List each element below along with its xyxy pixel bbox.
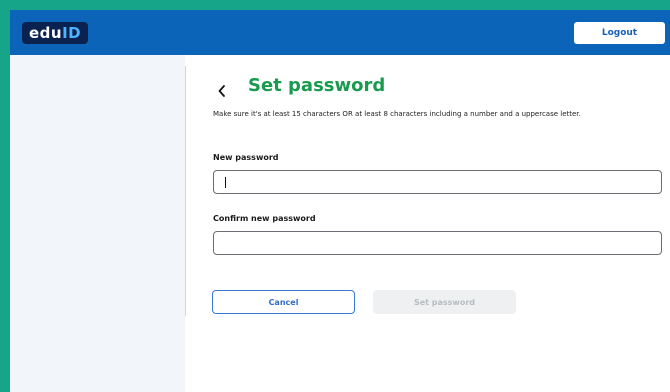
- top-bar: edu ID Logout: [10, 10, 670, 55]
- content-divider: [185, 66, 186, 316]
- chevron-left-icon[interactable]: [212, 81, 232, 101]
- page-title: Set password: [248, 75, 386, 96]
- confirm-password-field[interactable]: [213, 231, 662, 255]
- password-requirements-hint: Make sure it's at least 15 characters OR…: [213, 110, 581, 118]
- eduid-logo[interactable]: edu ID: [22, 22, 89, 44]
- app-window: edu ID Logout Set password Make sure it's…: [10, 10, 670, 392]
- new-password-field[interactable]: [213, 170, 662, 194]
- set-password-button[interactable]: Set password: [373, 290, 516, 314]
- confirm-password-label: Confirm new password: [213, 214, 316, 223]
- cancel-button[interactable]: Cancel: [212, 290, 355, 314]
- sidebar: [10, 55, 185, 392]
- text-caret: [225, 177, 226, 188]
- new-password-label: New password: [213, 153, 279, 162]
- logout-button[interactable]: Logout: [574, 22, 665, 44]
- logo-text-prefix: edu: [29, 24, 63, 42]
- logo-text-highlight: ID: [62, 24, 82, 42]
